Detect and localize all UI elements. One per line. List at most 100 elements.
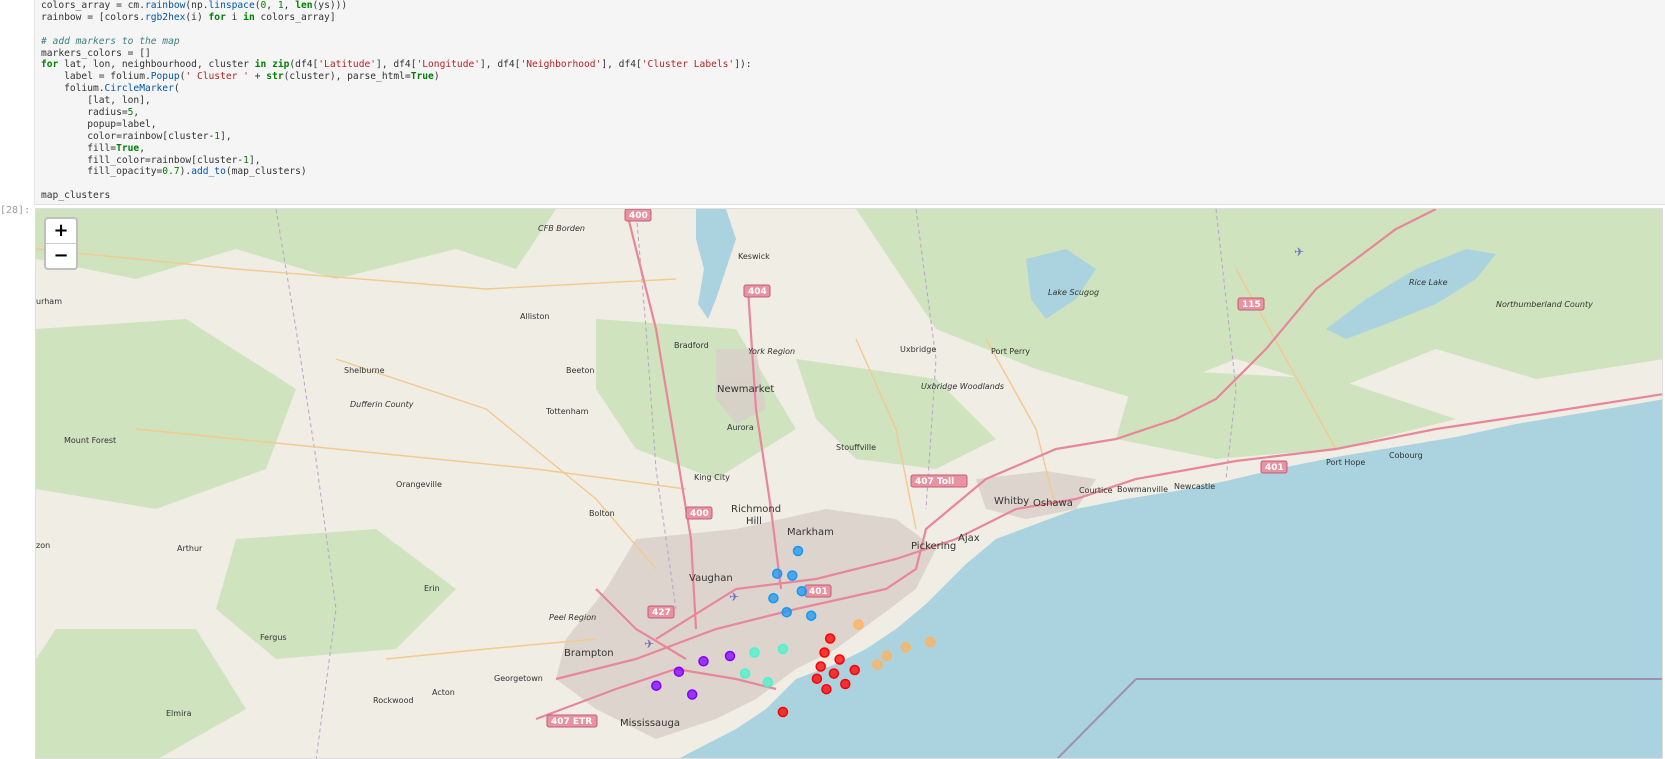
place-label: Elmira xyxy=(166,709,192,718)
cluster-marker-3[interactable] xyxy=(739,668,751,679)
cluster-marker-1[interactable] xyxy=(698,656,709,667)
place-label: Whitby xyxy=(994,496,1029,507)
place-label: CFB Borden xyxy=(538,224,585,233)
highway-shield: 400 xyxy=(685,506,713,520)
code-token: , xyxy=(133,107,140,119)
place-label: Rockwood xyxy=(373,696,414,705)
place-label: Port Hope xyxy=(1326,458,1365,467)
cluster-marker-4[interactable] xyxy=(925,636,936,648)
code-line: [lat, lon], xyxy=(41,95,752,107)
code-token: 'Longitude' xyxy=(416,59,481,71)
code-line: fill=True, xyxy=(41,143,752,155)
cluster-marker-5[interactable] xyxy=(834,654,845,665)
code-token: (np. xyxy=(185,0,209,11)
cluster-marker-3[interactable] xyxy=(749,647,760,658)
airport-icon: ✈ xyxy=(644,637,654,651)
cluster-marker-3[interactable] xyxy=(777,643,789,655)
place-label: Acton xyxy=(432,688,455,697)
place-label: Arthur xyxy=(177,544,203,553)
map-output[interactable]: CFB Borden Keswick urham Alliston Bradford Yo… xyxy=(35,208,1663,759)
code-token: in xyxy=(254,59,267,71)
cluster-marker-5[interactable] xyxy=(777,706,789,718)
code-token: popup=label, xyxy=(41,118,157,130)
code-token: i xyxy=(225,11,244,23)
cluster-marker-4[interactable] xyxy=(872,659,883,670)
zoom-in-button[interactable]: + xyxy=(46,219,76,244)
code-token: (map_clusters) xyxy=(225,166,307,178)
highway-shield: 400 xyxy=(624,209,652,222)
place-label: Shelburne xyxy=(344,366,385,375)
code-token: rgb2hex xyxy=(144,11,186,23)
code-token: (i) xyxy=(185,11,209,23)
code-line: fill_opacity=0.7).add_to(map_clusters) xyxy=(41,166,752,178)
cluster-marker-5[interactable] xyxy=(840,678,851,690)
highway-shield-label: 407 Toll xyxy=(915,477,954,487)
highway-shield: 401 xyxy=(1260,460,1288,474)
highway-shield: 115 xyxy=(1237,297,1265,311)
cluster-marker-4[interactable] xyxy=(853,619,864,630)
code-token: map_clusters xyxy=(41,190,111,202)
place-label: Keswick xyxy=(738,252,770,261)
code-token: label = folium. xyxy=(41,71,151,83)
code-token: ], df4[ xyxy=(376,59,417,71)
code-line: color=rainbow[cluster-1], xyxy=(41,131,752,143)
place-label: Peel Region xyxy=(549,613,596,622)
cluster-marker-5[interactable] xyxy=(849,664,860,676)
cluster-marker-2[interactable] xyxy=(805,610,817,621)
place-label: Newcastle xyxy=(1174,482,1215,491)
cluster-marker-4[interactable] xyxy=(881,650,893,662)
place-label: Bolton xyxy=(589,509,615,518)
place-label: Uxbridge Woodlands xyxy=(921,382,1004,391)
cluster-marker-2[interactable] xyxy=(792,545,804,557)
cluster-marker-2[interactable] xyxy=(781,606,792,618)
code-cell[interactable]: colors_array = cm.rainbow(np.linspace(0,… xyxy=(34,0,1665,205)
cluster-marker-1[interactable] xyxy=(673,666,685,677)
place-label: Uxbridge xyxy=(900,345,936,354)
cluster-marker-1[interactable] xyxy=(724,650,736,662)
cluster-marker-1[interactable] xyxy=(651,680,662,691)
code-token: radius= xyxy=(41,107,128,119)
code-token: ' Cluster ' xyxy=(185,71,249,83)
map-canvas[interactable]: CFB Borden Keswick urham Alliston Bradford Yo… xyxy=(36,209,1663,759)
highway-shield: 401 xyxy=(804,584,832,598)
code-line: markers_colors = [] xyxy=(41,48,752,60)
cluster-marker-3[interactable] xyxy=(762,676,774,688)
cluster-marker-5[interactable] xyxy=(824,633,836,644)
code-line: fill_color=rainbow[cluster-1], xyxy=(41,155,752,167)
cluster-marker-1[interactable] xyxy=(686,689,698,700)
code-token: len xyxy=(295,0,313,11)
place-label: Markham xyxy=(787,527,834,538)
code-token: True xyxy=(116,142,140,154)
code-token: + xyxy=(248,71,267,83)
highway-shield: 407 Toll xyxy=(910,474,968,488)
cluster-marker-5[interactable] xyxy=(821,683,832,695)
cluster-marker-5[interactable] xyxy=(811,673,823,684)
place-label: Erin xyxy=(424,584,440,593)
cluster-marker-2[interactable] xyxy=(768,592,779,604)
code-editor[interactable]: colors_array = cm.rainbow(np.linspace(0,… xyxy=(41,0,752,202)
zoom-out-button[interactable]: − xyxy=(46,244,76,268)
code-token: in xyxy=(243,11,255,23)
code-token: for xyxy=(41,59,59,71)
code-line: folium.CircleMarker( xyxy=(41,83,752,95)
cluster-marker-4[interactable] xyxy=(900,641,911,653)
cluster-marker-5[interactable] xyxy=(819,647,830,658)
cluster-marker-5[interactable] xyxy=(815,661,826,672)
place-label: Hill xyxy=(746,516,762,527)
highway-shield-label: 404 xyxy=(748,287,767,297)
cluster-marker-2[interactable] xyxy=(787,570,798,581)
code-token: 'Latitude' xyxy=(318,59,377,71)
cluster-marker-2[interactable] xyxy=(771,568,783,579)
place-label: Cobourg xyxy=(1389,451,1423,460)
place-label: zon xyxy=(36,541,50,550)
code-token: , xyxy=(139,142,145,154)
code-token: add_to xyxy=(191,166,226,178)
code-token: ]): xyxy=(734,59,752,71)
highway-shield-label: 427 xyxy=(652,608,671,618)
code-line: map_clusters xyxy=(41,190,752,202)
code-token: # add markers to the map xyxy=(41,35,180,47)
cluster-marker-5[interactable] xyxy=(828,668,840,679)
code-token: fill= xyxy=(41,142,117,154)
cluster-marker-2[interactable] xyxy=(796,585,808,597)
